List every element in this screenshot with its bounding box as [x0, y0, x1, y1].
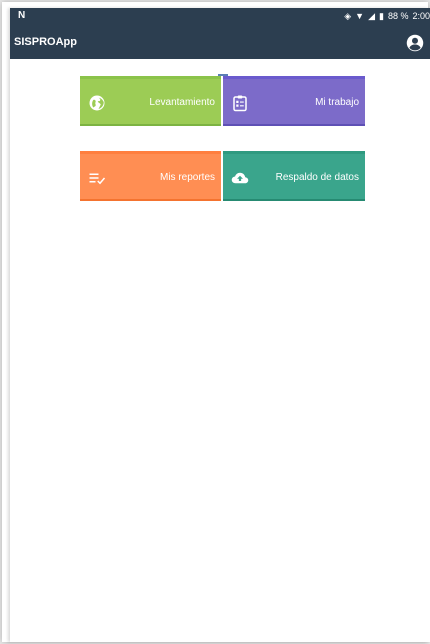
- main-content: Levantamiento Mi trabajo Mis reportes Re…: [10, 59, 430, 642]
- tile-mi-trabajo[interactable]: Mi trabajo: [223, 76, 365, 126]
- list-check-icon: [89, 173, 106, 185]
- tile-levantamiento[interactable]: Levantamiento: [80, 76, 221, 126]
- clipboard-icon: [233, 95, 247, 112]
- tile-label-levantamiento: Levantamiento: [149, 97, 215, 108]
- globe-icon: [89, 95, 105, 111]
- vibrate-icon: ◈: [344, 11, 352, 21]
- status-bar: N ◈ ▼ ◢ ▮ 88 % 2:00: [10, 8, 430, 27]
- battery-percentage: 88 %: [387, 11, 409, 21]
- status-icons: ◈ ▼ ◢ ▮ 88 % 2:00: [344, 11, 430, 21]
- clock: 2:00: [412, 11, 430, 21]
- device-screen: N ◈ ▼ ◢ ▮ 88 % 2:00 SISPROApp Levantamie…: [10, 8, 430, 642]
- battery-icon: ▮: [379, 11, 384, 21]
- tile-respaldo-de-datos[interactable]: Respaldo de datos: [223, 151, 365, 201]
- signal-icon: ◢: [368, 11, 375, 21]
- tile-mis-reportes[interactable]: Mis reportes: [80, 151, 221, 201]
- wifi-icon: ▼: [355, 11, 365, 21]
- account-circle-icon[interactable]: [406, 34, 424, 52]
- tile-label-respaldo-de-datos: Respaldo de datos: [275, 172, 359, 183]
- tile-label-mis-reportes: Mis reportes: [159, 172, 215, 183]
- tile-label-mi-trabajo: Mi trabajo: [315, 97, 359, 108]
- cloud-upload-icon: [231, 172, 249, 184]
- notification-icon: N: [18, 10, 26, 21]
- app-bar: SISPROApp: [10, 27, 430, 59]
- app-title: SISPROApp: [14, 36, 77, 48]
